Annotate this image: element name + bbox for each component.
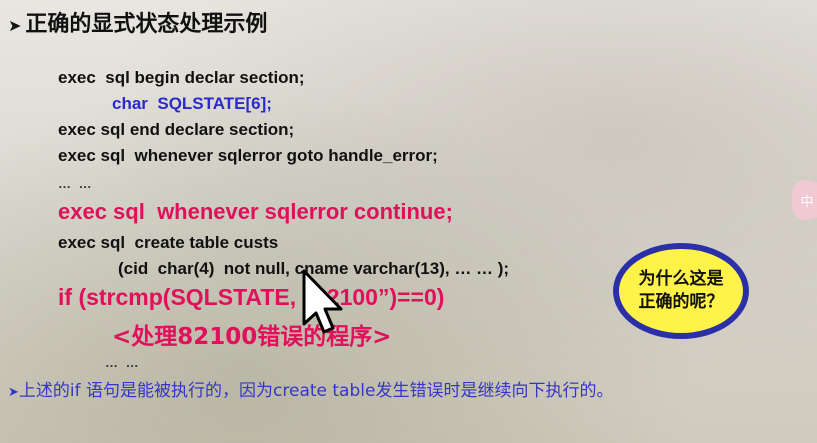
slide-title: ➤ 正确的显式状态处理示例 [8, 6, 267, 38]
code-line-create-table: exec sql create table custs [58, 233, 279, 252]
bubble-line-1: 为什么这是 [638, 269, 724, 290]
explanation-note: ➤上述的if 语句是能被执行的，因为create table发生错误时是继续向下… [8, 378, 808, 404]
code-ellipsis-2: … … [105, 355, 141, 370]
code-line-4: exec sql whenever sqlerror goto handle_e… [58, 146, 438, 165]
arrow-bullet-icon: ➤ [8, 385, 19, 400]
arrow-bullet-icon: ➤ [8, 16, 22, 35]
code-line-continue: exec sql whenever sqlerror continue; [58, 199, 453, 224]
question-bubble: 为什么这是 正确的呢？ [613, 243, 749, 339]
code-line-2: char SQLSTATE[6]; [112, 94, 272, 113]
side-floating-badge[interactable]: 中 [792, 180, 817, 220]
slide-title-text: 正确的显式状态处理示例 [25, 12, 268, 37]
side-badge-label: 中 [800, 194, 814, 210]
explanation-text: 上述的if 语句是能被执行的，因为create table发生错误时是继续向下执… [18, 381, 614, 401]
code-line-if: if (strcmp(SQLSTATE, “82100”)==0) [58, 284, 445, 310]
mouse-cursor-icon [302, 269, 343, 334]
code-line-handler: <处理82100错误的程序> [112, 324, 392, 350]
code-line-1: exec sql begin declar section; [58, 68, 305, 87]
bubble-line-2: 正确的呢？ [638, 292, 724, 312]
code-ellipsis-1: … … [58, 176, 94, 191]
code-line-3: exec sql end declare section; [58, 120, 295, 139]
